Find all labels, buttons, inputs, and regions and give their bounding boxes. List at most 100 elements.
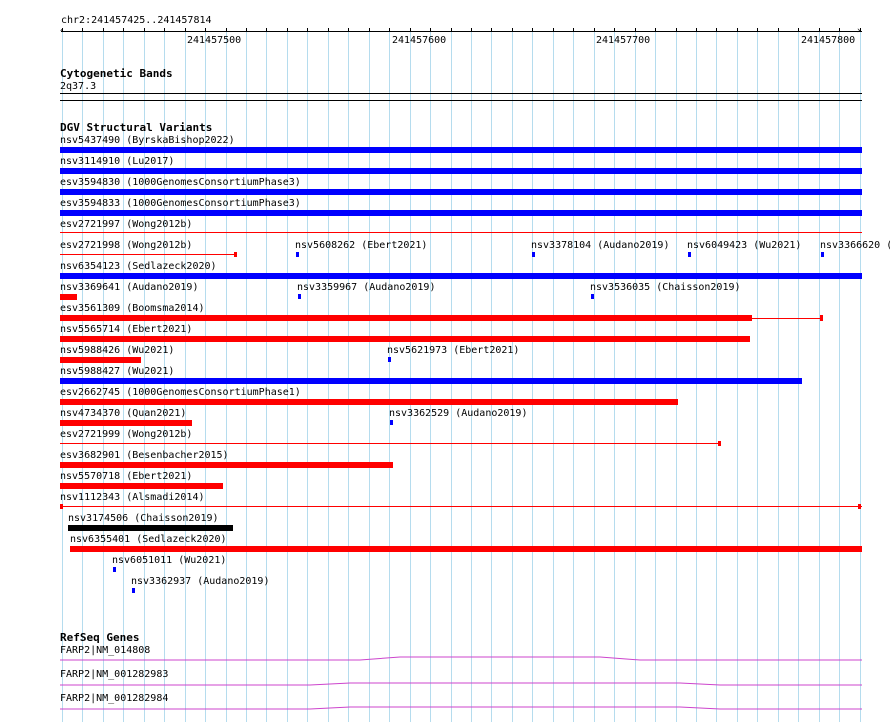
ruler-tick — [737, 28, 738, 32]
region-label: chr2:241457425..241457814 — [61, 15, 212, 26]
variant-feature[interactable] — [132, 588, 135, 593]
cytoband-label[interactable]: 2q37.3 — [60, 81, 96, 92]
variant-feature[interactable] — [532, 252, 535, 257]
variant-feature[interactable] — [296, 252, 299, 257]
variant-label[interactable]: nsv5988427 (Wu2021) — [60, 366, 174, 377]
variant-feature[interactable] — [298, 294, 301, 299]
variant-feature[interactable] — [60, 273, 862, 279]
gene-feature[interactable] — [60, 679, 862, 687]
variant-feature-end[interactable] — [858, 504, 861, 509]
variant-label[interactable]: nsv5988426 (Wu2021) — [60, 345, 174, 356]
variant-label[interactable]: esv2662745 (1000GenomesConsortiumPhase1) — [60, 387, 301, 398]
cytoband-bar-top — [60, 93, 862, 94]
variant-label[interactable]: esv2721999 (Wong2012b) — [60, 429, 192, 440]
variant-label[interactable]: nsv5570718 (Ebert2021) — [60, 471, 192, 482]
ruler-tick — [860, 28, 861, 32]
variant-label[interactable]: nsv5608262 (Ebert2021) — [295, 240, 427, 251]
variant-feature[interactable] — [60, 336, 750, 342]
variant-feature[interactable] — [60, 483, 223, 489]
variant-feature[interactable] — [68, 525, 233, 531]
variant-feature-end[interactable] — [234, 252, 237, 257]
variant-label[interactable]: nsv1112343 (Alsmadi2014) — [60, 492, 205, 503]
variant-feature[interactable] — [60, 462, 393, 468]
ruler-tick — [82, 28, 83, 32]
variant-label[interactable]: esv2721998 (Wong2012b) — [60, 240, 192, 251]
variant-label[interactable]: nsv3378104 (Audano2019) — [531, 240, 669, 251]
variant-feature[interactable] — [388, 357, 391, 362]
ruler-tick — [164, 28, 165, 32]
track-title-cytobands[interactable]: Cytogenetic Bands — [60, 67, 173, 80]
variant-label[interactable]: nsv6051011 (Wu2021) — [112, 555, 226, 566]
ruler-tick — [491, 28, 492, 32]
ruler-tick-label: 241457700 — [596, 35, 651, 46]
variant-feature-end[interactable] — [718, 441, 721, 446]
variant-label[interactable]: nsv3366620 ( — [820, 240, 890, 251]
variant-label[interactable]: nsv3114910 (Lu2017) — [60, 156, 174, 167]
track-title-dgv[interactable]: DGV Structural Variants — [60, 121, 212, 134]
variant-label[interactable]: nsv5621973 (Ebert2021) — [387, 345, 519, 356]
variant-label[interactable]: esv3561309 (Boomsma2014) — [60, 303, 205, 314]
variant-feature[interactable] — [60, 210, 862, 216]
variant-label[interactable]: esv3682901 (Besenbacher2015) — [60, 450, 229, 461]
ruler-tick — [778, 28, 779, 32]
ruler-tick — [266, 28, 267, 32]
ruler-tick — [757, 28, 758, 32]
variant-feature[interactable] — [60, 254, 236, 255]
variant-feature-end[interactable] — [820, 315, 823, 321]
ruler-axis — [61, 31, 862, 32]
variant-label[interactable]: nsv3362937 (Audano2019) — [131, 576, 269, 587]
variant-feature[interactable] — [60, 443, 721, 444]
variant-feature[interactable] — [60, 232, 862, 233]
variant-feature[interactable] — [60, 315, 752, 321]
variant-feature[interactable] — [688, 252, 691, 257]
variant-label[interactable]: nsv3174506 (Chaisson2019) — [68, 513, 219, 524]
variant-feature[interactable] — [591, 294, 594, 299]
variant-feature-start[interactable] — [60, 504, 63, 509]
variant-feature[interactable] — [821, 252, 824, 257]
variant-feature-tail[interactable] — [752, 318, 822, 319]
variant-feature[interactable] — [113, 567, 116, 572]
variant-label[interactable]: nsv6049423 (Wu2021) — [687, 240, 801, 251]
ruler-tick — [389, 28, 390, 32]
ruler-tick — [716, 28, 717, 32]
ruler-tick — [410, 28, 411, 32]
variant-label[interactable]: esv2721997 (Wong2012b) — [60, 219, 192, 230]
variant-label[interactable]: nsv3369641 (Audano2019) — [60, 282, 198, 293]
variant-feature[interactable] — [60, 357, 141, 363]
variant-label[interactable]: nsv3362529 (Audano2019) — [389, 408, 527, 419]
variant-feature[interactable] — [60, 506, 862, 507]
ruler-tick — [819, 28, 820, 32]
variant-feature[interactable] — [60, 168, 862, 174]
variant-label[interactable]: nsv3359967 (Audano2019) — [297, 282, 435, 293]
ruler-tick — [62, 28, 63, 32]
variant-label[interactable]: nsv6355401 (Sedlazeck2020) — [70, 534, 227, 545]
track-title-refseq[interactable]: RefSeq Genes — [60, 631, 139, 644]
ruler-tick — [307, 28, 308, 32]
gene-feature[interactable] — [60, 703, 862, 711]
variant-feature[interactable] — [60, 147, 862, 153]
variant-label[interactable]: nsv5565714 (Ebert2021) — [60, 324, 192, 335]
variant-feature[interactable] — [70, 546, 862, 552]
variant-label[interactable]: nsv4734370 (Quan2021) — [60, 408, 186, 419]
ruler-tick — [430, 28, 431, 32]
variant-label[interactable]: esv3594830 (1000GenomesConsortiumPhase3) — [60, 177, 301, 188]
variant-label[interactable]: nsv3536035 (Chaisson2019) — [590, 282, 741, 293]
variant-label[interactable]: nsv6354123 (Sedlazeck2020) — [60, 261, 217, 272]
variant-feature[interactable] — [390, 420, 393, 425]
variant-feature[interactable] — [60, 420, 192, 426]
variant-label[interactable]: nsv5437490 (ByrskaBishop2022) — [60, 135, 235, 146]
ruler-tick — [348, 28, 349, 32]
gene-feature[interactable] — [60, 654, 862, 662]
variant-feature[interactable] — [60, 294, 77, 300]
ruler-tick — [614, 28, 615, 32]
variant-feature[interactable] — [60, 378, 802, 384]
variant-label[interactable]: esv3594833 (1000GenomesConsortiumPhase3) — [60, 198, 301, 209]
variant-feature[interactable] — [60, 189, 862, 195]
ruler-tick — [512, 28, 513, 32]
ruler-tick — [287, 28, 288, 32]
ruler-tick — [144, 28, 145, 32]
variant-feature[interactable] — [60, 399, 678, 405]
ruler-tick — [103, 28, 104, 32]
ruler-tick — [123, 28, 124, 32]
ruler-tick — [696, 28, 697, 32]
